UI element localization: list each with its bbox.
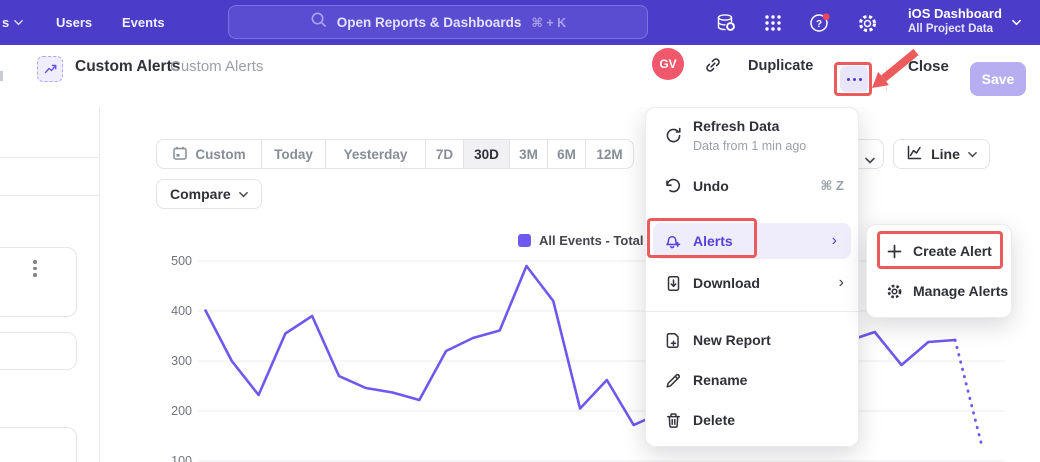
svg-text:400: 400 <box>171 304 192 318</box>
svg-text:100: 100 <box>171 454 192 462</box>
range-3m[interactable]: 3M <box>509 140 547 168</box>
alerts-submenu: Create Alert Manage Alerts <box>866 224 1012 318</box>
sidebar-row-divider <box>0 195 99 196</box>
chevron-down-icon[interactable] <box>1012 18 1021 27</box>
search-icon <box>310 11 327 33</box>
range-30d-selected[interactable]: 30D <box>463 140 509 168</box>
calendar-icon <box>172 145 188 164</box>
range-custom[interactable]: Custom <box>157 140 261 168</box>
breadcrumb: Custom Alerts <box>170 58 263 75</box>
legend-label: All Events - Total <box>539 233 644 248</box>
nav-item-users[interactable]: Users <box>56 0 92 45</box>
nav-item-events[interactable]: Events <box>122 0 165 45</box>
range-6m[interactable]: 6M <box>547 140 585 168</box>
sidebar-divider <box>99 107 100 462</box>
date-range-control: Custom Today Yesterday 7D 30D 3M 6M 12M <box>156 139 634 169</box>
more-options-button[interactable] <box>840 66 868 92</box>
report-actions-menu: Refresh Data Data from 1 min ago Undo ⌘ … <box>645 107 859 447</box>
help-icon[interactable]: ? <box>808 11 832 35</box>
share-link-icon[interactable] <box>700 52 726 78</box>
chevron-down-icon <box>968 146 977 162</box>
svg-text:300: 300 <box>171 354 192 368</box>
avatar[interactable]: GV <box>652 48 684 80</box>
chevron-down-icon <box>865 151 874 160</box>
submenu-item-manage-alerts[interactable]: Manage Alerts <box>867 273 1011 309</box>
svg-text:?: ? <box>816 19 822 30</box>
menu-item-download[interactable]: Download › <box>646 263 858 303</box>
save-button[interactable]: Save <box>970 62 1026 96</box>
gear-icon <box>885 282 903 300</box>
search-placeholder: Open Reports & Dashboards <box>337 15 522 30</box>
chart-type-button[interactable]: Line <box>893 139 990 169</box>
menu-divider <box>646 311 858 312</box>
trash-icon <box>664 411 682 429</box>
pencil-icon <box>664 371 682 389</box>
undo-icon <box>664 177 682 195</box>
header-divider <box>886 67 887 93</box>
page-title: Custom Alerts <box>75 58 180 76</box>
project-switcher[interactable]: iOS Dashboard All Project Data <box>908 5 1002 36</box>
apps-grid-icon[interactable] <box>761 11 785 35</box>
undo-shortcut: ⌘ Z <box>820 178 844 194</box>
report-type-icon <box>37 56 63 82</box>
range-12m[interactable]: 12M <box>585 140 633 168</box>
refresh-subtitle: Data from 1 min ago <box>693 139 806 153</box>
submenu-arrow-icon: › <box>839 275 844 291</box>
sidebar-card[interactable] <box>0 332 77 370</box>
submenu-arrow-icon: › <box>832 233 837 249</box>
plus-icon <box>885 242 903 260</box>
submenu-item-create-alert[interactable]: Create Alert <box>867 233 1011 269</box>
svg-text:500: 500 <box>171 254 192 268</box>
settings-gear-icon[interactable] <box>855 11 879 35</box>
duplicate-button[interactable]: Duplicate <box>748 58 813 74</box>
project-scope: All Project Data <box>908 22 1002 36</box>
download-icon <box>664 274 682 292</box>
dashboard-name: iOS Dashboard <box>908 5 1002 22</box>
refresh-icon <box>664 126 682 144</box>
svg-text:200: 200 <box>171 404 192 418</box>
data-management-icon[interactable] <box>714 11 738 35</box>
new-report-icon <box>664 331 682 349</box>
search-shortcut: ⌘ + K <box>531 15 566 30</box>
menu-item-alerts[interactable]: Alerts › <box>653 223 851 259</box>
app-window: 500 400 300 200 100 All Events - Total Custo… <box>0 0 1040 462</box>
sidebar-card[interactable] <box>0 427 77 462</box>
sidebar-row-divider <box>0 157 99 158</box>
top-navbar: s Users Events Open Reports & Dashboards… <box>0 0 1040 45</box>
range-today[interactable]: Today <box>261 140 325 168</box>
sidebar-card[interactable] <box>0 247 77 317</box>
menu-item-new-report[interactable]: New Report <box>646 320 858 360</box>
kebab-menu-icon[interactable] <box>33 260 37 277</box>
chevron-down-icon <box>14 18 23 27</box>
bell-plus-icon <box>664 232 682 250</box>
search-input[interactable]: Open Reports & Dashboards ⌘ + K <box>228 5 648 39</box>
range-7d[interactable]: 7D <box>425 140 463 168</box>
report-header: Custom Alerts Custom Alerts GV Duplicate… <box>0 45 1040 107</box>
range-yesterday[interactable]: Yesterday <box>325 140 425 168</box>
chevron-down-icon <box>239 186 248 202</box>
compare-button[interactable]: Compare <box>156 179 262 209</box>
menu-item-undo[interactable]: Undo ⌘ Z <box>646 166 858 206</box>
menu-item-rename[interactable]: Rename <box>646 360 858 400</box>
chart-legend: All Events - Total <box>518 233 644 248</box>
legend-swatch <box>518 234 531 247</box>
close-button[interactable]: Close <box>908 58 949 75</box>
sidebar-collapse-handle[interactable] <box>0 71 3 81</box>
line-chart-icon <box>906 144 923 164</box>
menu-item-delete[interactable]: Delete <box>646 400 858 440</box>
nav-item-cutoff[interactable]: s <box>2 0 23 45</box>
